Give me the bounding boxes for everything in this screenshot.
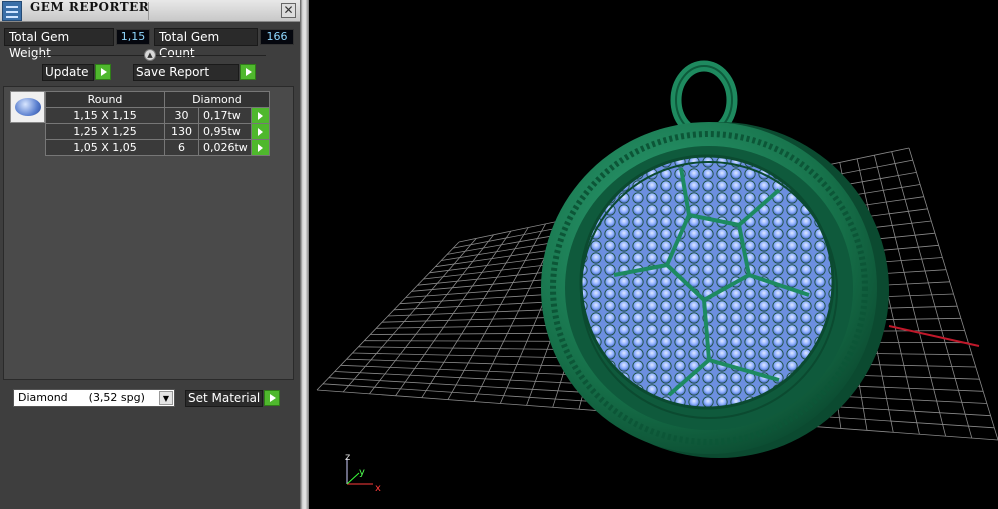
scene: z y x <box>316 60 998 494</box>
axis-z-label: z <box>345 452 350 463</box>
axis-gizmo: z y x <box>345 452 381 494</box>
row-go-icon[interactable] <box>250 107 270 124</box>
3d-viewport[interactable]: z y x <box>309 0 998 509</box>
table-row[interactable]: 1,15 X 1,15 30 0,17tw <box>45 107 270 124</box>
panel-splitter[interactable] <box>300 0 309 509</box>
gem-size-cell: 1,25 X 1,25 <box>45 123 165 140</box>
gem-count-cell: 130 <box>164 123 199 140</box>
gem-reporter-icon <box>2 1 22 21</box>
material-dropdown[interactable]: Diamond (3,52 spg) ▼ <box>13 389 175 407</box>
row-go-icon[interactable] <box>250 139 270 156</box>
axis-y-label: y <box>359 467 365 478</box>
total-gem-weight-value: 1,15 <box>116 29 150 45</box>
total-gem-count-value: 166 <box>260 29 294 45</box>
total-gem-count-label: Total Gem Count <box>154 28 258 60</box>
gem-size-cell: 1,15 X 1,15 <box>45 107 165 124</box>
gem-weight-cell: 0,17tw <box>198 107 252 124</box>
round-gem-thumbnail-icon[interactable] <box>10 91 45 123</box>
gem-weight-cell: 0,026tw <box>198 139 252 156</box>
table-row[interactable]: 1,25 X 1,25 130 0,95tw <box>45 123 270 140</box>
table-header-row: Round Diamond <box>45 91 270 108</box>
gem-weight-cell: 0,95tw <box>198 123 252 140</box>
material-selected-value: Diamond (3,52 spg) <box>18 391 145 404</box>
title-bar[interactable]: GEM REPORTER ✕ <box>0 0 300 22</box>
pave-dome <box>579 154 835 410</box>
update-go-icon[interactable] <box>95 64 111 80</box>
gem-count-cell: 6 <box>164 139 199 156</box>
slider-handle[interactable]: ▲ <box>144 49 156 61</box>
total-gem-weight-label: Total Gem Weight <box>4 28 114 60</box>
close-icon[interactable]: ✕ <box>281 3 296 18</box>
window-title: GEM REPORTER <box>30 0 150 14</box>
material-header: Diamond <box>164 91 270 108</box>
chevron-down-icon[interactable]: ▼ <box>159 391 173 405</box>
set-material-button[interactable]: Set Material <box>185 390 263 407</box>
gem-reporter-panel: GEM REPORTER ✕ Total Gem Weight 1,15 Tot… <box>0 0 300 509</box>
table-row[interactable]: 1,05 X 1,05 6 0,026tw <box>45 139 270 156</box>
gem-count-cell: 30 <box>164 107 199 124</box>
gem-table: Round Diamond 1,15 X 1,15 30 0,17tw 1,25… <box>45 91 270 156</box>
save-report-button[interactable]: Save Report <box>133 64 239 81</box>
row-go-icon[interactable] <box>250 123 270 140</box>
axis-x-label: x <box>375 483 381 494</box>
shape-header: Round <box>45 91 165 108</box>
set-material-go-icon[interactable] <box>264 390 280 406</box>
update-button[interactable]: Update <box>42 64 94 81</box>
pendant-model <box>541 60 889 458</box>
title-separator <box>148 2 149 20</box>
save-report-go-icon[interactable] <box>240 64 256 80</box>
gem-size-cell: 1,05 X 1,05 <box>45 139 165 156</box>
